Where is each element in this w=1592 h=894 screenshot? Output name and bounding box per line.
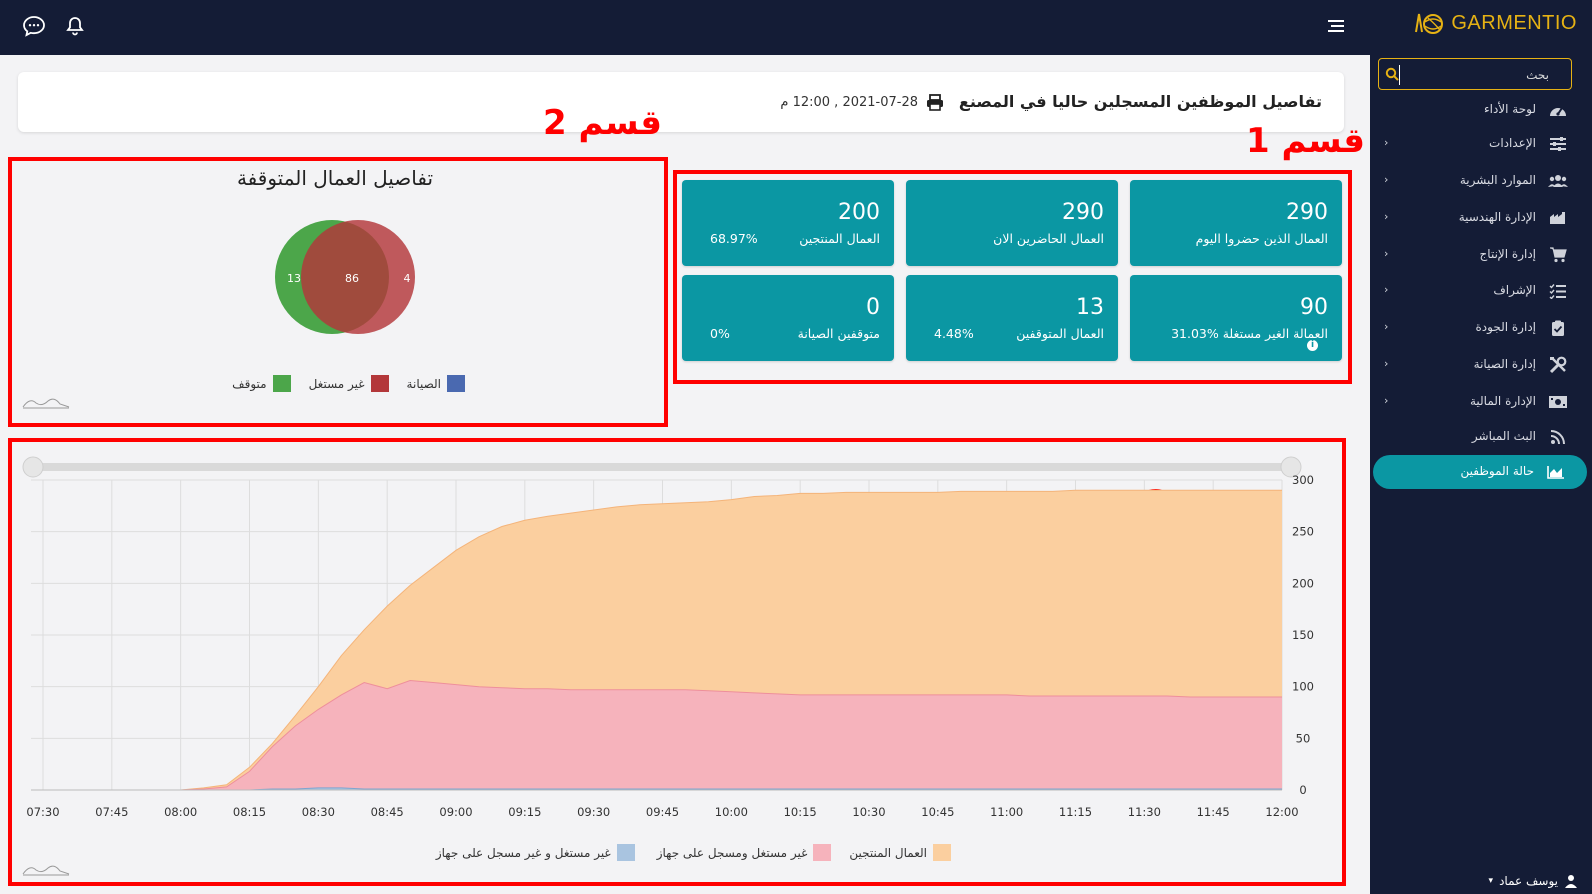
y-tick-label: 150 <box>1292 628 1314 642</box>
y-tick-label: 250 <box>1292 525 1314 539</box>
legend-label: العمال المنتجين <box>849 845 927 860</box>
area-chart-legend: العمال المنتجين غير مستغل ومسجل على جهاز… <box>418 844 951 861</box>
legend-label: غير مستغل و غير مسجل على جهاز <box>435 845 611 860</box>
y-tick-label: 100 <box>1292 680 1314 694</box>
x-tick-label: 12:00 <box>1265 805 1298 819</box>
series-area-unused-registered[interactable] <box>43 680 1282 791</box>
y-tick-label: 300 <box>1292 473 1314 487</box>
legend-item[interactable]: العمال المنتجين <box>849 844 951 861</box>
legend-item[interactable]: غير مستغل ومسجل على جهاز <box>657 844 832 861</box>
range-slider-track[interactable] <box>33 463 1291 471</box>
x-tick-label: 09:45 <box>646 805 679 819</box>
x-tick-label: 11:00 <box>990 805 1023 819</box>
y-tick-label: 0 <box>1299 783 1306 797</box>
legend-label: غير مستغل ومسجل على جهاز <box>656 845 808 860</box>
x-tick-label: 11:30 <box>1128 805 1161 819</box>
x-tick-label: 10:45 <box>921 805 954 819</box>
x-tick-label: 10:30 <box>852 805 885 819</box>
legend-item[interactable]: غير مستغل و غير مسجل على جهاز <box>436 844 635 861</box>
x-tick-label: 09:15 <box>508 805 541 819</box>
y-tick-label: 200 <box>1292 576 1314 590</box>
legend-swatch <box>616 844 635 861</box>
x-tick-label: 09:00 <box>439 805 472 819</box>
x-tick-label: 11:15 <box>1059 805 1092 819</box>
legend-swatch <box>933 844 951 861</box>
x-tick-label: 10:00 <box>715 805 748 819</box>
chart-watermark-icon <box>22 865 70 876</box>
x-tick-label: 09:30 <box>577 805 610 819</box>
x-tick-label: 07:30 <box>26 805 59 819</box>
y-tick-label: 50 <box>1296 731 1311 745</box>
x-tick-label: 08:15 <box>233 805 266 819</box>
area-chart: 0 50 100 150 200 250 300 07:30 07:45 08:00 08:15 08… <box>22 456 1314 819</box>
x-tick-label: 11:45 <box>1197 805 1230 819</box>
x-tick-label: 10:15 <box>784 805 817 819</box>
range-slider-handle[interactable] <box>22 456 44 478</box>
x-tick-label: 07:45 <box>95 805 128 819</box>
x-tick-label: 08:45 <box>371 805 404 819</box>
x-tick-label: 08:00 <box>164 805 197 819</box>
legend-swatch <box>813 844 832 861</box>
x-tick-label: 08:30 <box>302 805 335 819</box>
